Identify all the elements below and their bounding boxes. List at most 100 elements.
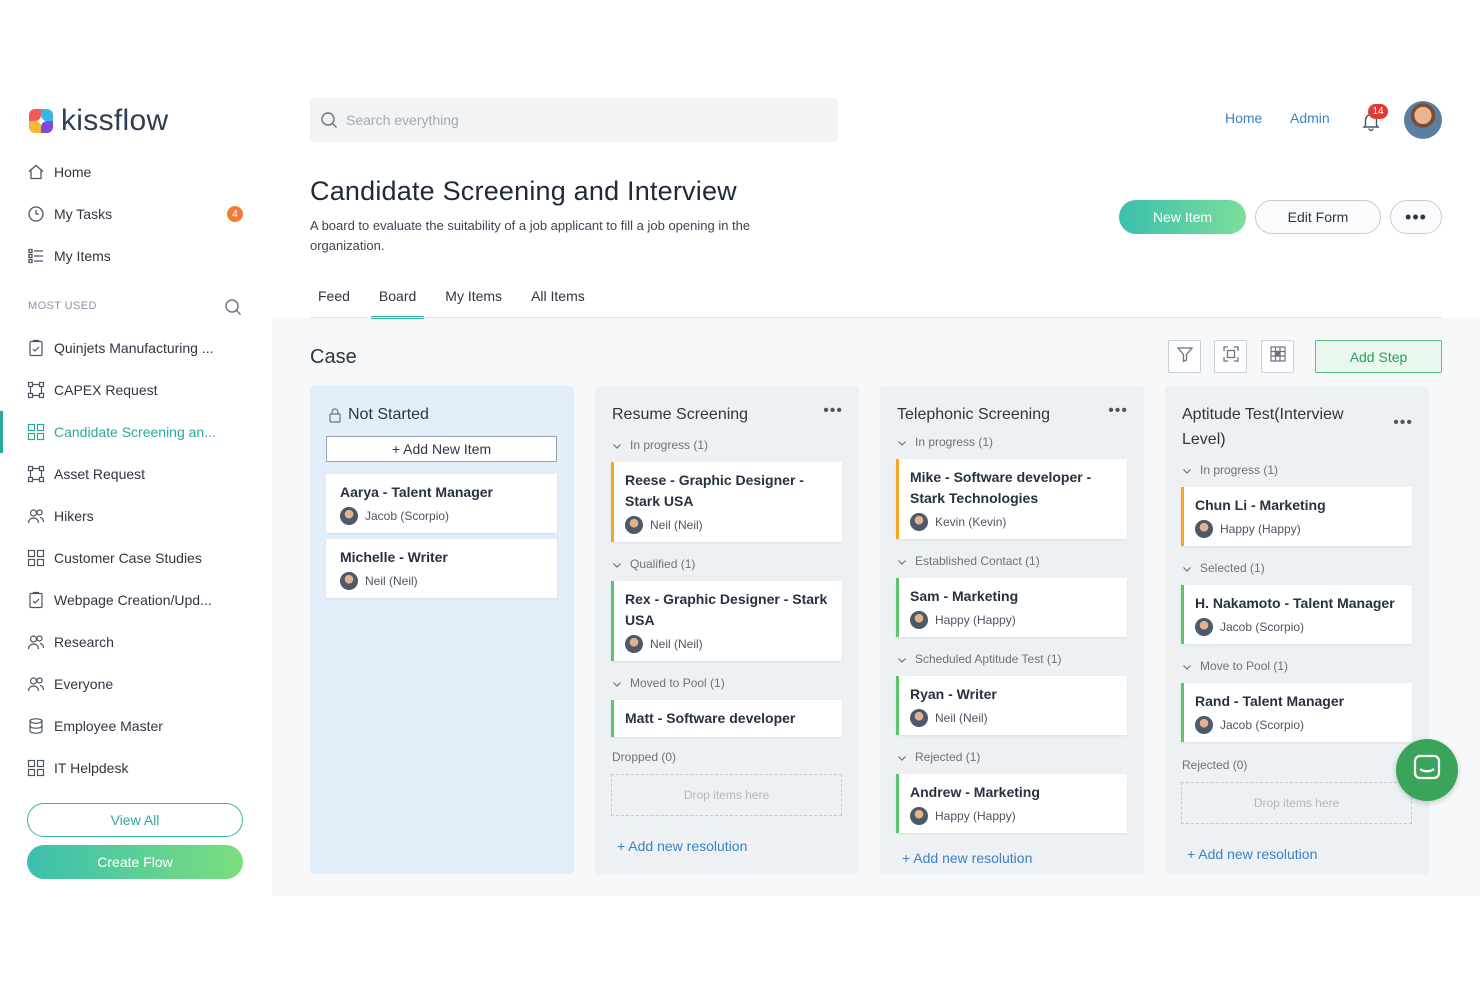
view-all-button[interactable]: View All <box>27 803 243 837</box>
assignee-name: Happy (Happy) <box>935 809 1016 823</box>
home-icon <box>27 163 45 181</box>
notification-count-badge: 14 <box>1368 104 1388 119</box>
sidebar-item-webpage-creation[interactable]: Webpage Creation/Upd... <box>0 579 272 621</box>
new-item-button[interactable]: New Item <box>1119 200 1246 234</box>
card-title: Ryan - Writer <box>910 686 997 702</box>
item-card[interactable]: Reese - Graphic Designer - Stark USA Nei… <box>611 462 842 542</box>
sidebar-item-label: IT Helpdesk <box>54 760 129 776</box>
item-card[interactable]: Sam - Marketing Happy (Happy) <box>896 578 1127 637</box>
card-title: Aarya - Talent Manager <box>340 484 494 500</box>
sidebar-item-customer-case-studies[interactable]: Customer Case Studies <box>0 537 272 579</box>
logo-text: kissflow <box>61 104 169 137</box>
tab-feed[interactable]: Feed <box>310 288 358 318</box>
sidebar-item-it-helpdesk[interactable]: IT Helpdesk <box>0 747 272 789</box>
tab-all-items[interactable]: All Items <box>523 288 593 318</box>
add-resolution-link[interactable]: + Add new resolution <box>902 850 1032 866</box>
avatar <box>1195 520 1213 538</box>
chevron-down-icon <box>897 654 907 664</box>
group-established-contact[interactable]: Established Contact (1) <box>897 554 1040 568</box>
people-icon <box>27 633 45 651</box>
add-resolution-link[interactable]: + Add new resolution <box>617 838 747 854</box>
item-card[interactable]: Ryan - Writer Neil (Neil) <box>896 676 1127 735</box>
sidebar-item-hikers[interactable]: Hikers <box>0 495 272 537</box>
column-menu-button[interactable]: ••• <box>1108 402 1128 420</box>
more-options-button[interactable]: ••• <box>1390 200 1442 234</box>
group-selected[interactable]: Selected (1) <box>1182 561 1265 575</box>
page-title: Candidate Screening and Interview <box>310 176 737 206</box>
flow-icon <box>27 465 45 483</box>
edit-form-button[interactable]: Edit Form <box>1255 200 1381 234</box>
search-input[interactable] <box>346 112 816 128</box>
top-link-home[interactable]: Home <box>1225 110 1262 126</box>
group-in-progress[interactable]: In progress (1) <box>897 435 993 449</box>
sidebar-item-asset-request[interactable]: Asset Request <box>0 453 272 495</box>
global-search[interactable] <box>310 98 838 142</box>
table-view-button[interactable] <box>1261 340 1294 373</box>
card-title: Michelle - Writer <box>340 549 448 565</box>
add-step-button[interactable]: Add Step <box>1315 340 1442 373</box>
sidebar-item-employee-master[interactable]: Employee Master <box>0 705 272 747</box>
board-column-resume-screening: Resume Screening ••• In progress (1) Ree… <box>595 386 859 874</box>
card-title: Chun Li - Marketing <box>1195 497 1326 513</box>
nav-home-label: Home <box>54 164 92 180</box>
column-menu-button[interactable]: ••• <box>823 402 843 420</box>
grid-icon <box>1269 345 1287 368</box>
search-icon[interactable] <box>224 298 242 316</box>
sidebar-item-capex[interactable]: CAPEX Request <box>0 369 272 411</box>
column-title: Not Started <box>327 402 527 427</box>
card-title: Rex - Graphic Designer - Stark USA <box>625 591 828 628</box>
drop-zone[interactable]: Drop items here <box>1181 782 1412 824</box>
group-in-progress[interactable]: In progress (1) <box>612 438 708 452</box>
sidebar-item-quinjets[interactable]: Quinjets Manufacturing ... <box>0 327 272 369</box>
group-move-to-pool[interactable]: Move to Pool (1) <box>1182 659 1288 673</box>
column-menu-button[interactable]: ••• <box>1393 414 1413 432</box>
item-card[interactable]: Rand - Talent Manager Jacob (Scorpio) <box>1181 683 1412 742</box>
group-moved-to-pool[interactable]: Moved to Pool (1) <box>612 676 725 690</box>
group-scheduled-aptitude-test[interactable]: Scheduled Aptitude Test (1) <box>897 652 1062 666</box>
app-window: kissflow Home My Tasks 4 My Items MOST U… <box>0 90 1480 896</box>
item-card[interactable]: Matt - Software developer <box>611 700 842 737</box>
group-dropped: Dropped (0) <box>612 750 677 764</box>
tab-board[interactable]: Board <box>370 288 425 319</box>
chat-widget-button[interactable] <box>1396 739 1458 801</box>
fit-view-button[interactable] <box>1214 340 1247 373</box>
card-assignee: Jacob (Scorpio) <box>1195 716 1402 734</box>
group-rejected[interactable]: Rejected (1) <box>897 750 980 764</box>
card-assignee: Neil (Neil) <box>910 709 1117 727</box>
add-new-item-button[interactable]: + Add New Item <box>326 436 557 462</box>
group-qualified[interactable]: Qualified (1) <box>612 557 695 571</box>
item-card[interactable]: Rex - Graphic Designer - Stark USA Neil … <box>611 581 842 661</box>
page-description: A board to evaluate the suitability of a… <box>310 218 751 253</box>
item-card[interactable]: H. Nakamoto - Talent Manager Jacob (Scor… <box>1181 585 1412 644</box>
chevron-down-icon <box>612 678 622 688</box>
item-card[interactable]: Chun Li - Marketing Happy (Happy) <box>1181 487 1412 546</box>
sidebar-item-everyone[interactable]: Everyone <box>0 663 272 705</box>
item-card[interactable]: Andrew - Marketing Happy (Happy) <box>896 774 1127 833</box>
group-in-progress[interactable]: In progress (1) <box>1182 463 1278 477</box>
avatar <box>340 507 358 525</box>
item-card[interactable]: Mike - Software developer - Stark Techno… <box>896 459 1127 539</box>
create-flow-button[interactable]: Create Flow <box>27 845 243 879</box>
top-link-admin[interactable]: Admin <box>1290 110 1330 126</box>
card-assignee: Neil (Neil) <box>625 635 832 653</box>
board-icon <box>27 423 45 441</box>
drop-zone[interactable]: Drop items here <box>611 774 842 816</box>
nav-home[interactable]: Home <box>0 151 272 193</box>
item-card[interactable]: Michelle - Writer Neil (Neil) <box>326 539 557 598</box>
nav-my-items[interactable]: My Items <box>0 235 272 277</box>
sidebar-item-candidate-screening[interactable]: Candidate Screening an... <box>0 411 272 453</box>
add-resolution-link[interactable]: + Add new resolution <box>1187 846 1317 862</box>
card-assignee: Jacob (Scorpio) <box>1195 618 1402 636</box>
sidebar-item-research[interactable]: Research <box>0 621 272 663</box>
filter-button[interactable] <box>1168 340 1201 373</box>
assignee-name: Jacob (Scorpio) <box>1220 620 1305 634</box>
nav-my-tasks[interactable]: My Tasks 4 <box>0 193 272 235</box>
user-avatar[interactable] <box>1404 101 1442 139</box>
chevron-down-icon <box>1182 563 1192 573</box>
sidebar-item-label: Research <box>54 634 114 650</box>
kissflow-logo[interactable]: kissflow <box>27 104 168 138</box>
card-assignee: Neil (Neil) <box>625 516 832 534</box>
tab-my-items[interactable]: My Items <box>437 288 510 318</box>
item-card[interactable]: Aarya - Talent Manager Jacob (Scorpio) <box>326 474 557 533</box>
form-icon <box>27 591 45 609</box>
